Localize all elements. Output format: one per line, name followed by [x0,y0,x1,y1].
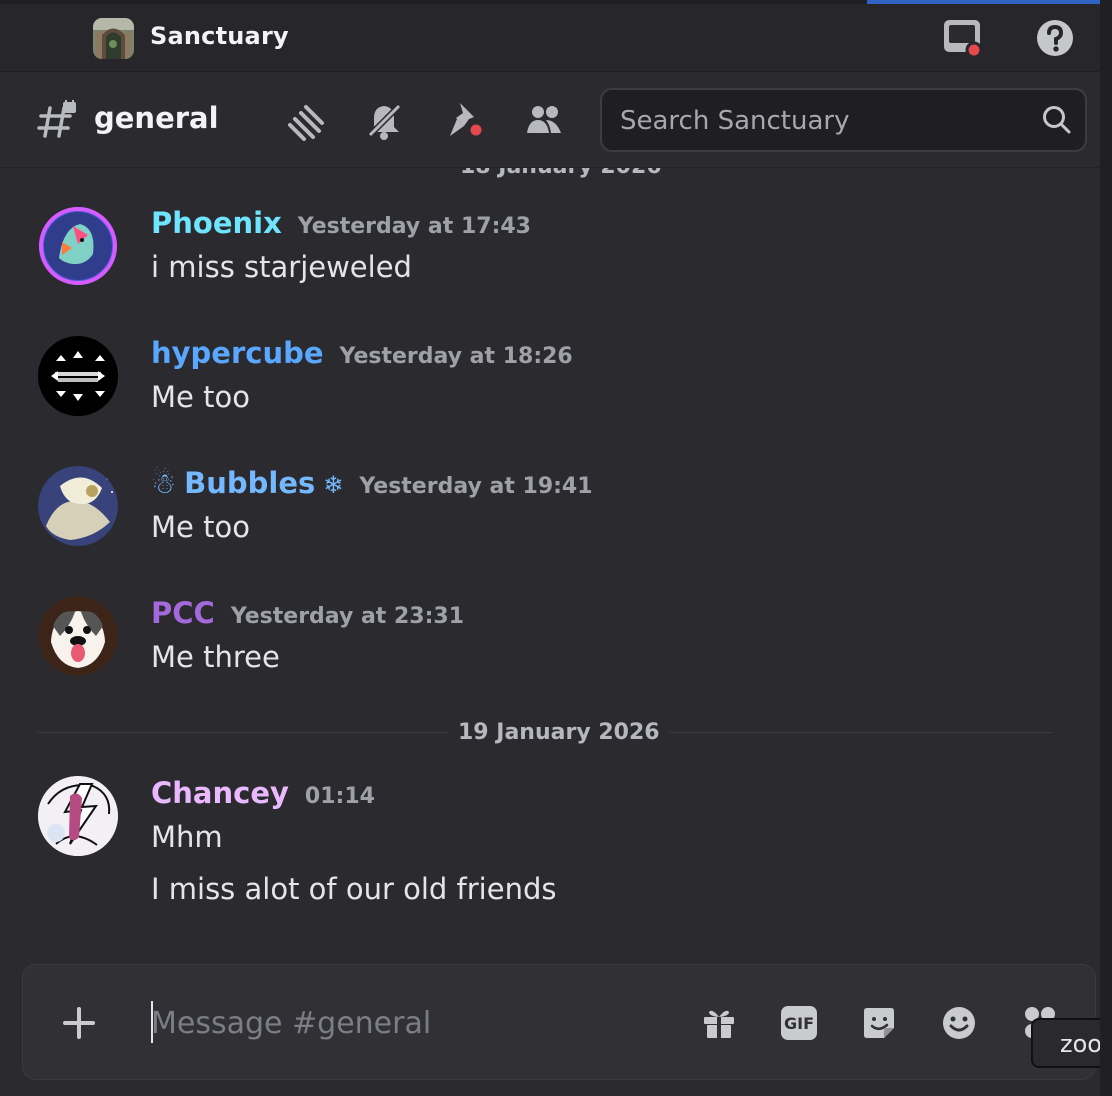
message-composer: GIF [22,964,1096,1080]
search-box[interactable]: Search Sanctuary [600,88,1087,152]
message-text: Me too [151,510,250,544]
avatar[interactable] [38,206,118,286]
inbox-badge-icon[interactable] [940,16,984,60]
window-frame [1100,0,1112,1096]
timestamp: Yesterday at 18:26 [339,344,573,369]
emoji-icon[interactable] [939,1003,979,1043]
channel-name: general [94,101,219,135]
help-icon[interactable] [1033,16,1077,60]
message-text: Me too [151,380,250,414]
snowman-icon: ☃ [151,467,177,500]
bell-slash-icon[interactable] [362,98,406,142]
message-meta: PCC Yesterday at 23:31 [151,596,464,630]
gif-button[interactable]: GIF [779,1003,819,1043]
message-text: Me three [151,640,280,674]
gift-icon[interactable] [699,1003,739,1043]
avatar[interactable] [38,596,118,676]
server-icon[interactable] [93,18,134,59]
plus-icon[interactable] [59,1003,99,1043]
message-list: 18 January 2026 Phoenix Yesterday at 17:… [0,168,1112,958]
sticker-icon[interactable] [859,1003,899,1043]
message-meta: hypercube Yesterday at 18:26 [151,336,573,370]
message-text: I miss alot of our old friends [151,872,557,906]
top-bar: Sanctuary [0,0,1112,72]
timestamp: 01:14 [304,784,375,809]
snowflake-icon: ❄ [323,471,344,499]
username[interactable]: Phoenix [151,206,282,240]
username[interactable]: Bubbles [184,466,315,500]
window-top-edge [0,0,1112,4]
threads-icon[interactable] [282,98,326,142]
avatar[interactable] [38,466,118,546]
clipped-date-divider: 18 January 2026 [460,168,662,179]
avatar[interactable] [38,336,118,416]
username[interactable]: PCC [151,596,215,630]
message-input[interactable] [151,995,671,1051]
server-name[interactable]: Sanctuary [150,22,289,50]
message-text: Mhm [151,820,223,854]
search-icon[interactable] [1041,104,1073,136]
search-input[interactable]: Search Sanctuary [620,106,849,136]
username[interactable]: hypercube [151,336,324,370]
timestamp: Yesterday at 17:43 [297,214,531,239]
message-text: i miss starjeweled [151,250,412,284]
timestamp: Yesterday at 19:41 [359,474,593,499]
pin-badge-icon[interactable] [442,98,486,142]
timestamp: Yesterday at 23:31 [230,604,465,629]
selected-edge [867,0,1112,4]
message-meta: ☃ Bubbles ❄ Yesterday at 19:41 [151,466,593,500]
username[interactable]: Chancey [151,776,289,810]
members-icon[interactable] [522,98,566,142]
avatar[interactable] [38,776,118,856]
message-meta: Phoenix Yesterday at 17:43 [151,206,531,240]
message-meta: Chancey 01:14 [151,776,375,810]
channel-header: general Search Sanctuary [0,72,1112,168]
hashtag-lock-icon [36,95,78,140]
date-divider: 19 January 2026 [448,720,670,745]
